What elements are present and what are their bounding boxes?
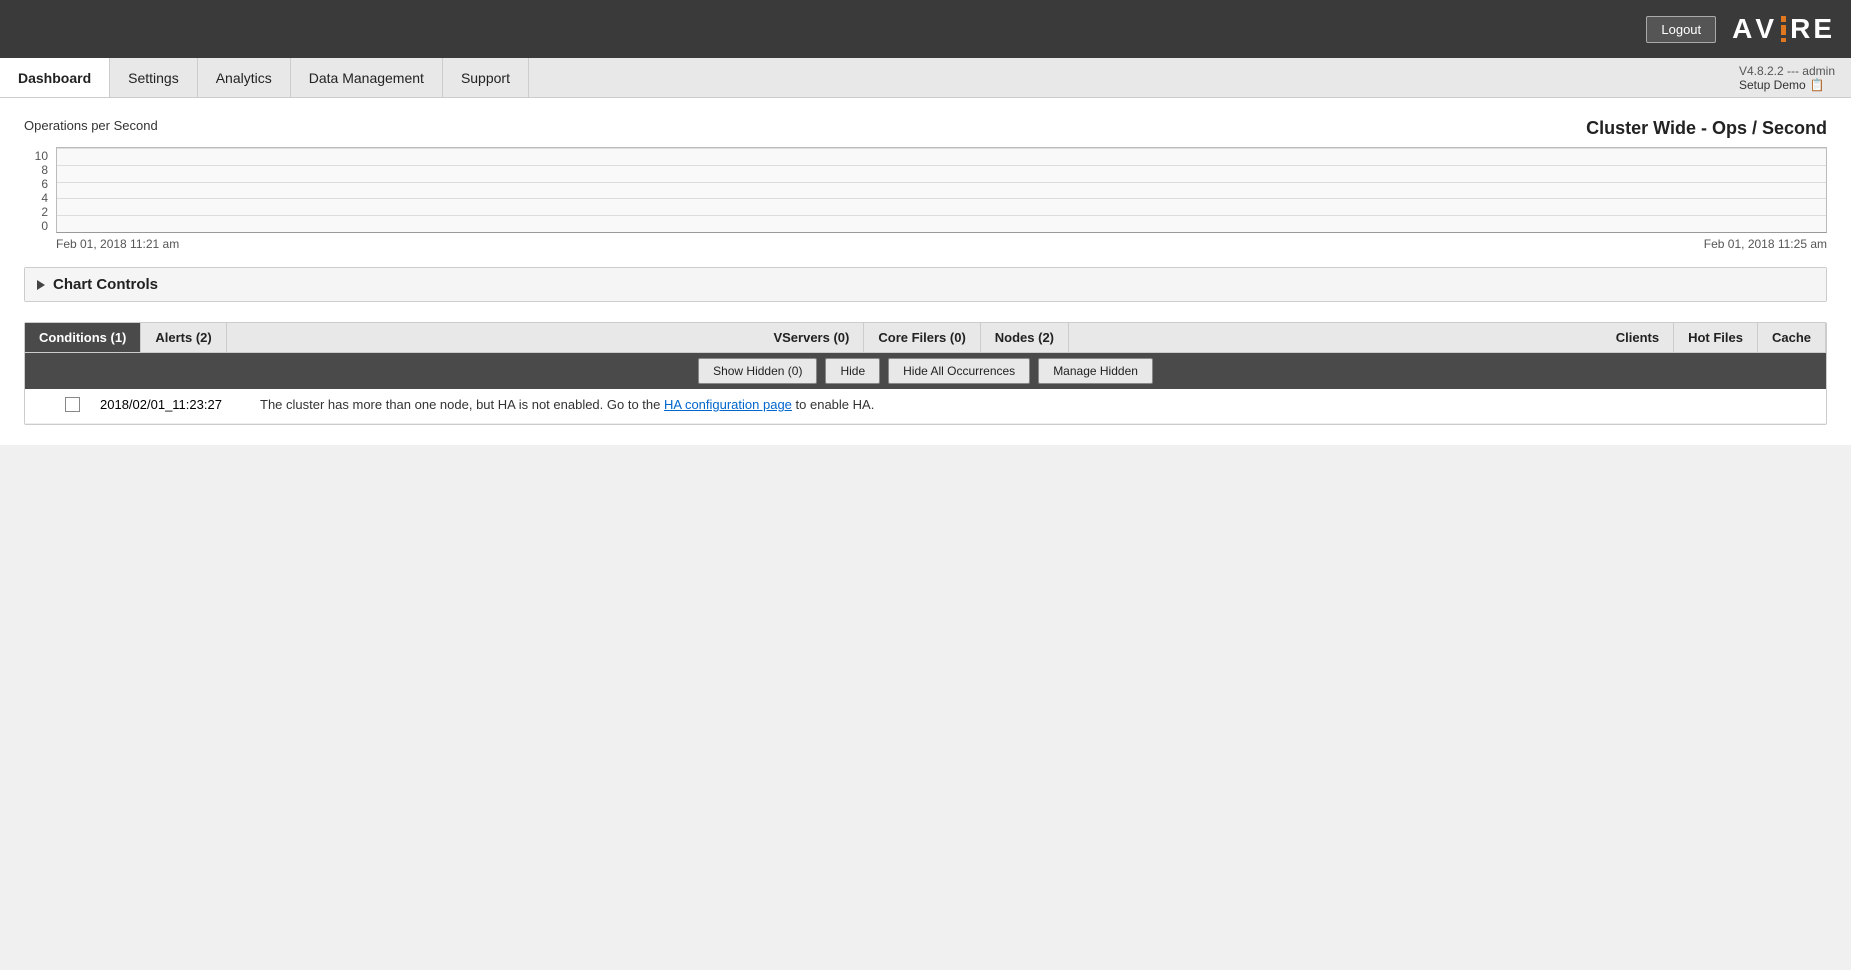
grid-line-2 <box>57 215 1826 216</box>
tabs-section: Conditions (1) Alerts (2) VServers (0) C… <box>24 322 1827 425</box>
grid-line-6 <box>57 182 1826 183</box>
chart-grid <box>56 147 1827 233</box>
chart-title-row: Operations per Second Cluster Wide - Ops… <box>24 118 1827 139</box>
nav-info: V4.8.2.2 --- admin Setup Demo 📋 <box>1723 58 1851 97</box>
tab-cache[interactable]: Cache <box>1758 323 1826 352</box>
row-spacer <box>25 389 55 424</box>
message-suffix: to enable HA. <box>792 397 874 412</box>
row-timestamp: 2018/02/01_11:23:27 <box>90 389 250 424</box>
x-start-label: Feb 01, 2018 11:21 am <box>56 237 179 251</box>
x-axis-labels: Feb 01, 2018 11:21 am Feb 01, 2018 11:25… <box>56 233 1827 251</box>
y-label-6: 6 <box>41 177 48 191</box>
message-prefix: The cluster has more than one node, but … <box>260 397 664 412</box>
show-hidden-button[interactable]: Show Hidden (0) <box>698 358 817 384</box>
chart-controls-section: Chart Controls <box>24 267 1827 302</box>
conditions-table: 2018/02/01_11:23:27 The cluster has more… <box>25 389 1826 424</box>
logo-e: E <box>1813 13 1835 45</box>
tab-vservers[interactable]: VServers (0) <box>759 323 864 352</box>
triangle-icon <box>37 280 45 290</box>
logo-r: R <box>1790 13 1813 45</box>
tab-conditions[interactable]: Conditions (1) <box>25 323 141 352</box>
logo-bar-icon <box>1781 16 1786 42</box>
chart-label: Operations per Second <box>24 118 158 133</box>
manage-hidden-button[interactable]: Manage Hidden <box>1038 358 1153 384</box>
tabs-row: Conditions (1) Alerts (2) VServers (0) C… <box>25 323 1826 353</box>
x-end-label: Feb 01, 2018 11:25 am <box>1704 237 1827 251</box>
chart-controls-header[interactable]: Chart Controls <box>25 268 1826 301</box>
y-label-4: 4 <box>41 191 48 205</box>
tab-data-management[interactable]: Data Management <box>291 58 443 97</box>
tab-analytics[interactable]: Analytics <box>198 58 291 97</box>
nav-bar: Dashboard Settings Analytics Data Manage… <box>0 58 1851 98</box>
ha-config-link[interactable]: HA configuration page <box>664 397 792 412</box>
chart-controls-label: Chart Controls <box>53 276 158 293</box>
hide-all-button[interactable]: Hide All Occurrences <box>888 358 1030 384</box>
y-label-2: 2 <box>41 205 48 219</box>
y-axis: 10 8 6 4 2 0 <box>24 147 56 251</box>
action-row: Show Hidden (0) Hide Hide All Occurrence… <box>25 353 1826 389</box>
grid-line-8 <box>57 165 1826 166</box>
y-label-8: 8 <box>41 163 48 177</box>
tab-alerts[interactable]: Alerts (2) <box>141 323 226 352</box>
tab-dashboard[interactable]: Dashboard <box>0 58 110 97</box>
grid-line-10 <box>57 148 1826 149</box>
tab-nodes[interactable]: Nodes (2) <box>981 323 1069 352</box>
row-message: The cluster has more than one node, but … <box>250 389 1826 424</box>
logo-v: V <box>1755 13 1777 45</box>
tab-support[interactable]: Support <box>443 58 529 97</box>
setup-demo-icon: 📋 <box>1810 78 1825 92</box>
logo-a: A <box>1732 13 1755 45</box>
chart-section: Operations per Second Cluster Wide - Ops… <box>24 118 1827 251</box>
y-label-0: 0 <box>41 219 48 233</box>
chart-container: 10 8 6 4 2 0 Feb 01, 2018 11:21 am <box>24 147 1827 251</box>
grid-line-0 <box>57 232 1826 233</box>
tab-settings[interactable]: Settings <box>110 58 198 97</box>
row-checkbox-cell <box>55 389 90 424</box>
y-label-10: 10 <box>35 149 48 163</box>
avere-logo: A V R E <box>1732 13 1835 45</box>
main-content: Operations per Second Cluster Wide - Ops… <box>0 98 1851 445</box>
top-bar: Logout A V R E <box>0 0 1851 58</box>
tab-hot-files[interactable]: Hot Files <box>1674 323 1758 352</box>
table-row: 2018/02/01_11:23:27 The cluster has more… <box>25 389 1826 424</box>
grid-line-4 <box>57 198 1826 199</box>
top-bar-right: Logout A V R E <box>1646 13 1835 45</box>
hide-button[interactable]: Hide <box>825 358 880 384</box>
setup-demo[interactable]: Setup Demo 📋 <box>1739 78 1835 92</box>
tab-core-filers[interactable]: Core Filers (0) <box>864 323 980 352</box>
version-info: V4.8.2.2 --- admin <box>1739 64 1835 78</box>
chart-main-title: Cluster Wide - Ops / Second <box>1586 118 1827 139</box>
row-checkbox[interactable] <box>65 397 80 412</box>
tab-clients[interactable]: Clients <box>1602 323 1674 352</box>
logout-button[interactable]: Logout <box>1646 16 1716 43</box>
chart-body: Feb 01, 2018 11:21 am Feb 01, 2018 11:25… <box>56 147 1827 251</box>
